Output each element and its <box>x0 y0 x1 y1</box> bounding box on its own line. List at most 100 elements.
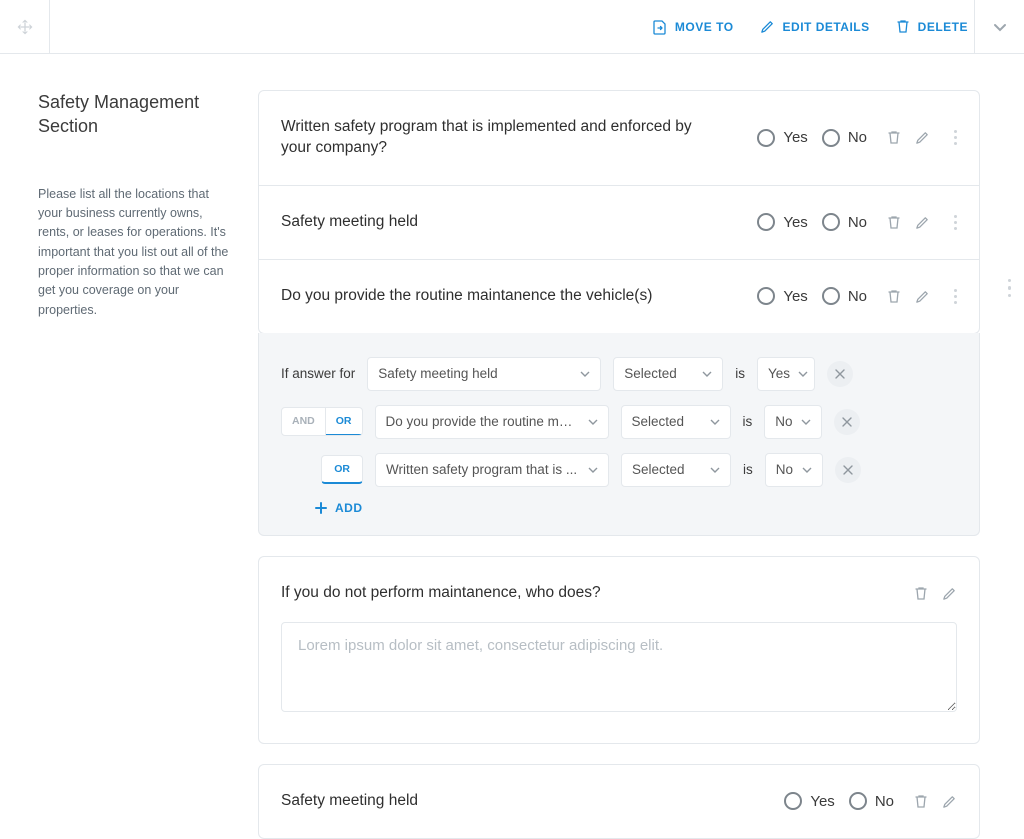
logic-row: AND OR Do you provide the routine mai...… <box>281 405 957 439</box>
add-condition-button[interactable]: ADD <box>315 501 957 515</box>
remove-condition-button[interactable] <box>834 409 860 435</box>
radio-icon <box>822 287 840 305</box>
chevron-down-icon <box>801 419 811 425</box>
selector-value: Selected <box>632 462 685 477</box>
question-text: Do you provide the routine maintanence t… <box>281 286 652 307</box>
edit-details-label: EDIT DETAILS <box>783 20 870 34</box>
or-chip[interactable]: OR <box>321 455 363 484</box>
chevron-down-icon <box>580 371 590 377</box>
panel-kebab-menu[interactable] <box>1008 279 1012 298</box>
row-icons <box>887 130 930 145</box>
radio-yes[interactable]: Yes <box>757 129 807 147</box>
radio-yes-label: Yes <box>783 129 807 146</box>
indent: OR <box>281 455 363 484</box>
trash-icon[interactable] <box>914 586 928 601</box>
pencil-icon[interactable] <box>915 215 930 230</box>
value-select[interactable]: No <box>764 405 822 439</box>
question-row: Do you provide the routine maintanence t… <box>259 260 979 333</box>
value-select[interactable]: No <box>765 453 823 487</box>
kebab-menu[interactable] <box>954 130 957 145</box>
chevron-down-icon <box>710 419 720 425</box>
pencil-icon[interactable] <box>942 586 957 601</box>
close-icon <box>843 465 853 475</box>
radio-yes-label: Yes <box>783 288 807 305</box>
kebab-menu[interactable] <box>954 289 957 304</box>
chevron-down-icon[interactable] <box>992 19 1008 35</box>
trash-icon[interactable] <box>887 215 901 230</box>
question-controls: Yes No <box>757 129 957 147</box>
radio-no[interactable]: No <box>822 129 867 147</box>
radio-icon <box>757 129 775 147</box>
and-or-toggle[interactable]: AND OR <box>281 407 363 436</box>
is-label: is <box>743 414 753 429</box>
plus-icon <box>315 502 327 514</box>
pencil-icon[interactable] <box>915 289 930 304</box>
selector-select[interactable]: Selected <box>621 405 731 439</box>
question-text: If you do not perform maintanence, who d… <box>281 583 601 604</box>
selector-select[interactable]: Selected <box>613 357 723 391</box>
move-to-button[interactable]: MOVE TO <box>653 19 734 35</box>
radio-yes[interactable]: Yes <box>757 213 807 231</box>
question-controls: Yes No <box>757 213 957 231</box>
is-label: is <box>743 462 753 477</box>
question-select[interactable]: Safety meeting held <box>367 357 601 391</box>
trash-icon[interactable] <box>887 130 901 145</box>
radio-no[interactable]: No <box>849 792 894 810</box>
move-to-label: MOVE TO <box>675 20 734 34</box>
radio-icon <box>822 129 840 147</box>
close-icon <box>835 369 845 379</box>
question-select[interactable]: Do you provide the routine mai... <box>375 405 609 439</box>
body: Safety Management Section Please list al… <box>0 54 1024 839</box>
section-title: Safety Management Section <box>38 90 234 139</box>
row-icons <box>914 586 957 601</box>
question-text: Safety meeting held <box>281 791 418 812</box>
toolbar-actions: MOVE TO EDIT DETAILS DELETE <box>653 0 974 53</box>
question-row: Safety meeting held Yes No <box>259 186 979 260</box>
radio-icon <box>757 213 775 231</box>
toolbar: MOVE TO EDIT DETAILS DELETE <box>0 0 1024 54</box>
radio-yes[interactable]: Yes <box>757 287 807 305</box>
is-label: is <box>735 366 745 381</box>
sidebar: Safety Management Section Please list al… <box>0 90 258 839</box>
radio-yes[interactable]: Yes <box>784 792 834 810</box>
remove-condition-button[interactable] <box>835 457 861 483</box>
drag-handle-icon[interactable] <box>17 19 33 35</box>
chevron-down-icon <box>802 467 812 473</box>
chevron-down-icon <box>588 467 598 473</box>
answer-textarea[interactable] <box>281 622 957 712</box>
section-description: Please list all the locations that your … <box>38 185 234 321</box>
chevron-down-icon <box>588 419 598 425</box>
radio-icon <box>784 792 802 810</box>
or-option[interactable]: OR <box>326 408 362 436</box>
add-label: ADD <box>335 501 363 515</box>
logic-panel: If answer for Safety meeting held Select… <box>258 333 980 536</box>
selector-value: Selected <box>632 414 685 429</box>
and-option[interactable]: AND <box>282 408 325 435</box>
question-text: Safety meeting held <box>281 212 418 233</box>
selector-select[interactable]: Selected <box>621 453 731 487</box>
question-select-value: Safety meeting held <box>378 366 497 381</box>
value-select[interactable]: Yes <box>757 357 815 391</box>
row-icons <box>887 289 930 304</box>
logic-row: OR Written safety program that is ... Se… <box>281 453 957 487</box>
radio-no[interactable]: No <box>822 287 867 305</box>
chevron-down-icon <box>702 371 712 377</box>
card-head: If you do not perform maintanence, who d… <box>281 583 957 604</box>
remove-condition-button[interactable] <box>827 361 853 387</box>
chevron-down-icon <box>710 467 720 473</box>
radio-no-label: No <box>875 793 894 810</box>
trash-icon[interactable] <box>887 289 901 304</box>
question-select-value: Do you provide the routine mai... <box>386 414 580 429</box>
kebab-menu[interactable] <box>954 215 957 230</box>
main: Written safety program that is implement… <box>258 90 1024 839</box>
radio-icon <box>822 213 840 231</box>
edit-details-button[interactable]: EDIT DETAILS <box>760 19 870 34</box>
chevron-down-icon <box>798 371 808 377</box>
radio-no[interactable]: No <box>822 213 867 231</box>
question-text: Written safety program that is implement… <box>281 117 701 159</box>
question-select[interactable]: Written safety program that is ... <box>375 453 609 487</box>
pencil-icon <box>760 19 775 34</box>
delete-button[interactable]: DELETE <box>896 19 968 34</box>
pencil-icon[interactable] <box>915 130 930 145</box>
selector-value: Selected <box>624 366 677 381</box>
